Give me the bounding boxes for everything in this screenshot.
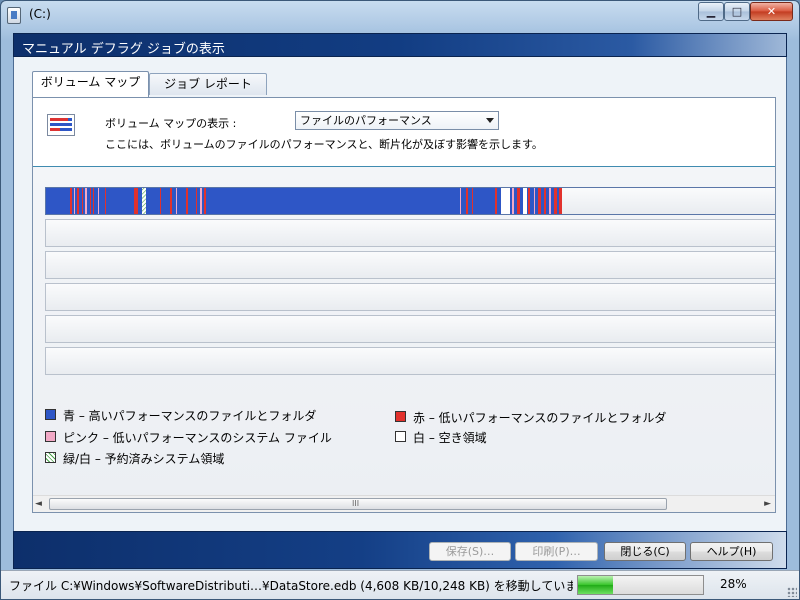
- button-band: 保存(S)… 印刷(P)… 閉じる(C) ヘルプ(H): [13, 531, 787, 569]
- save-button[interactable]: 保存(S)…: [429, 542, 511, 561]
- window-title: (C:): [29, 7, 51, 21]
- volume-map-area: 青 – 高いパフォーマンスのファイルとフォルダ 赤 – 低いパフォーマンスのファ…: [33, 167, 775, 495]
- progress-percent: 28%: [720, 577, 747, 591]
- legend-swatch: [45, 452, 56, 463]
- volume-map-bar: [45, 219, 775, 247]
- volume-map-bar: [45, 315, 775, 343]
- legend-swatch: [395, 411, 406, 422]
- print-button[interactable]: 印刷(P)…: [515, 542, 598, 561]
- scroll-left-icon[interactable]: ◄: [35, 499, 42, 509]
- tab-job-report[interactable]: ジョブ レポート: [149, 73, 267, 95]
- fragmentation-blocks: [46, 188, 562, 214]
- header-band: マニュアル デフラグ ジョブの表示: [13, 33, 787, 57]
- close-window-button[interactable]: ✕: [750, 2, 793, 21]
- view-label: ボリューム マップの表示 :: [105, 117, 237, 130]
- chevron-down-icon: [486, 118, 494, 123]
- content-area: ボリューム マップ ジョブ レポート ボリューム マップの表示 : ファイルのパ…: [13, 57, 787, 531]
- legend-swatch: [45, 409, 56, 420]
- volume-map-bar: [45, 347, 775, 375]
- title-bar[interactable]: (C:) ▁ □ ✕: [1, 1, 799, 29]
- scroll-right-icon[interactable]: ►: [764, 499, 771, 509]
- view-select[interactable]: ファイルのパフォーマンス: [295, 111, 499, 130]
- maximize-button[interactable]: □: [724, 2, 750, 21]
- view-description: ここには、ボリュームのファイルのパフォーマンスと、断片化が及ぼす影響を示します。: [105, 138, 543, 151]
- page-title: マニュアル デフラグ ジョブの表示: [22, 42, 225, 57]
- volume-map-bar: [45, 187, 775, 215]
- resize-grip-icon[interactable]: [787, 587, 797, 597]
- volume-map-bar: [45, 251, 775, 279]
- horizontal-scrollbar[interactable]: ◄ III ►: [33, 495, 775, 512]
- progress-bar: [577, 575, 704, 595]
- status-bar: ファイル C:¥Windows¥SoftwareDistributi…¥Data…: [1, 570, 799, 599]
- minimize-button[interactable]: ▁: [698, 2, 724, 21]
- help-button[interactable]: ヘルプ(H): [690, 542, 773, 561]
- volume-map-panel: ボリューム マップの表示 : ファイルのパフォーマンス ここには、ボリュームのフ…: [32, 97, 776, 513]
- app-window: (C:) ▁ □ ✕ マニュアル デフラグ ジョブの表示 ボリューム マップ ジ…: [0, 0, 800, 600]
- legend-swatch: [395, 431, 406, 442]
- view-options-row: ボリューム マップの表示 : ファイルのパフォーマンス ここには、ボリュームのフ…: [33, 98, 775, 166]
- volume-map-icon: [47, 114, 75, 136]
- view-select-value: ファイルのパフォーマンス: [300, 114, 432, 127]
- scroll-thumb[interactable]: III: [49, 498, 667, 510]
- volume-map-bar: [45, 283, 775, 311]
- status-text: ファイル C:¥Windows¥SoftwareDistributi…¥Data…: [9, 579, 573, 593]
- defrag-app-icon: [7, 7, 21, 24]
- tab-volume-map[interactable]: ボリューム マップ: [32, 71, 149, 97]
- progress-fill: [578, 576, 613, 594]
- close-button[interactable]: 閉じる(C): [604, 542, 686, 561]
- legend-swatch: [45, 431, 56, 442]
- scroll-grip-icon: III: [352, 499, 360, 508]
